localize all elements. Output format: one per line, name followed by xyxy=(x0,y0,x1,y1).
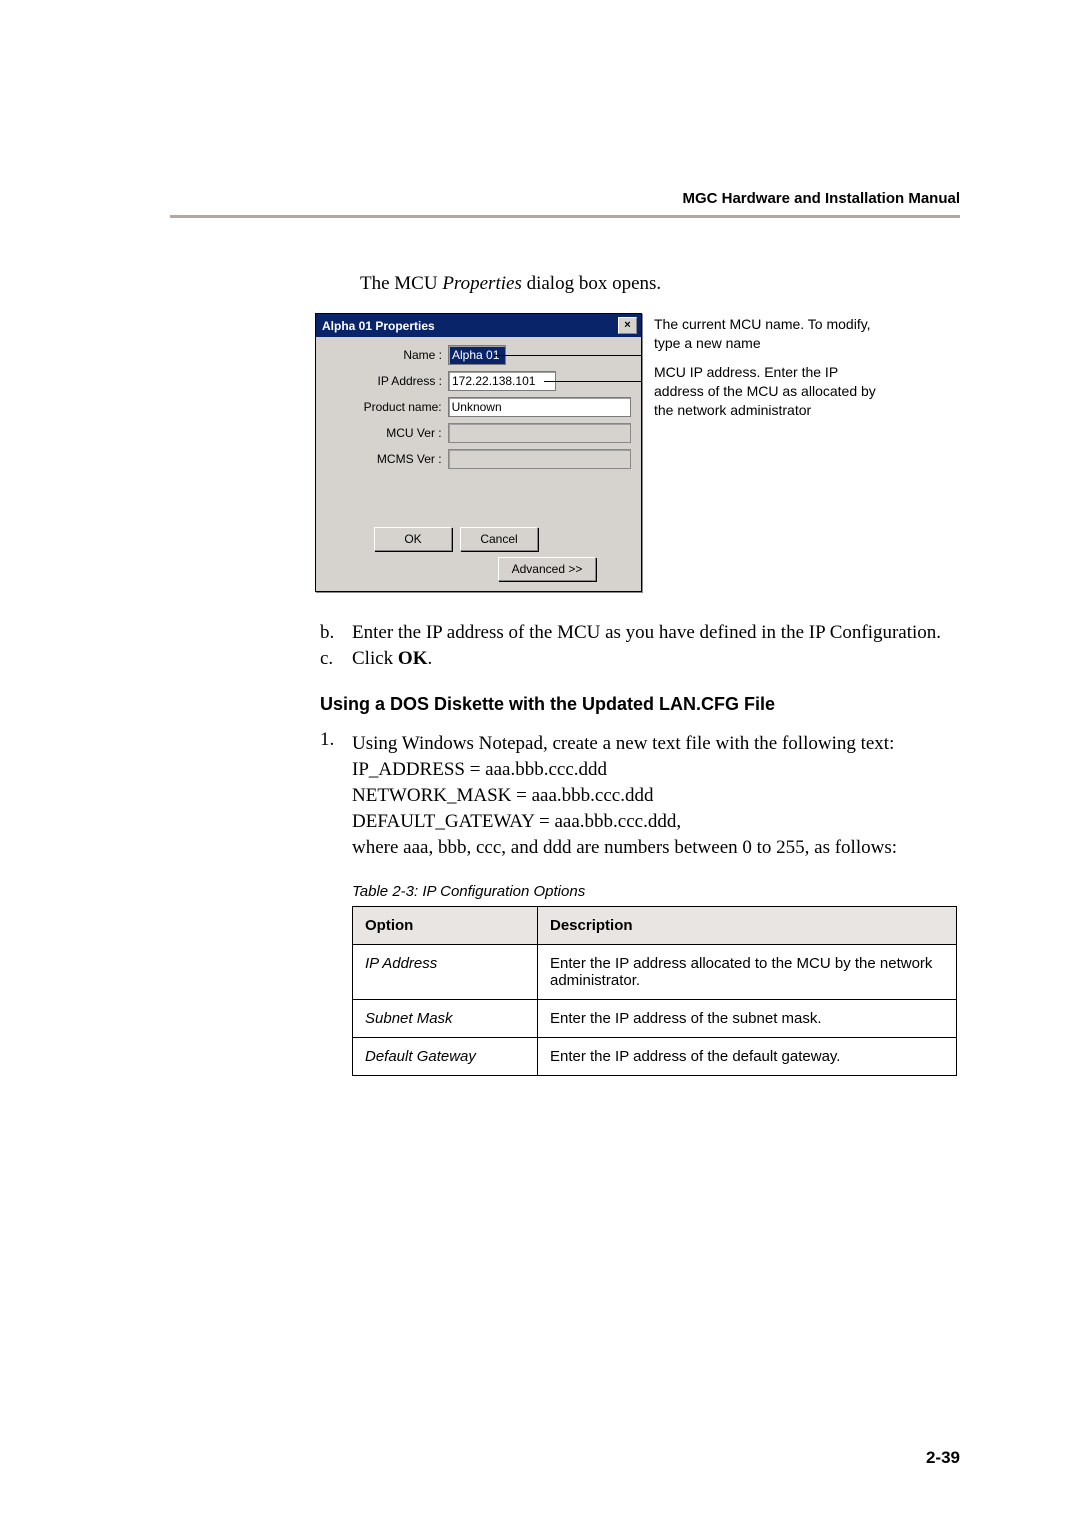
table-caption: Table 2-3: IP Configuration Options xyxy=(352,883,960,900)
num-line-4: where aaa, bbb, ccc, and ddd are numbers… xyxy=(352,837,960,859)
annotation-ip: MCU IP address. Enter the IP address of … xyxy=(654,363,879,420)
ok-button[interactable]: OK xyxy=(374,527,452,551)
num-line-1: IP_ADDRESS = aaa.bbb.ccc.ddd xyxy=(352,759,960,781)
table-row: Subnet Mask Enter the IP address of the … xyxy=(353,1000,957,1038)
product-field[interactable]: Unknown xyxy=(448,397,631,417)
sub-steps: b. Enter the IP address of the MCU as yo… xyxy=(320,622,960,670)
advanced-button[interactable]: Advanced >> xyxy=(498,557,596,581)
step-b-text: Enter the IP address of the MCU as you h… xyxy=(352,622,960,644)
step-c-post: . xyxy=(427,648,432,669)
intro-pre: The MCU xyxy=(360,273,442,294)
step-c-pre: Click xyxy=(352,648,398,669)
cell-option: Subnet Mask xyxy=(353,1000,538,1038)
num-line-0: Using Windows Notepad, create a new text… xyxy=(352,733,960,755)
cell-desc: Enter the IP address of the subnet mask. xyxy=(538,1000,957,1038)
cell-desc: Enter the IP address allocated to the MC… xyxy=(538,945,957,1000)
annotation-name: The current MCU name. To modify, type a … xyxy=(654,315,879,353)
table-row: Default Gateway Enter the IP address of … xyxy=(353,1038,957,1076)
cell-desc: Enter the IP address of the default gate… xyxy=(538,1038,957,1076)
header-divider xyxy=(170,215,960,218)
config-table: Option Description IP Address Enter the … xyxy=(352,906,957,1076)
cell-option: IP Address xyxy=(353,945,538,1000)
step-c-text: Click OK. xyxy=(352,648,960,670)
numbered-list: 1. Using Windows Notepad, create a new t… xyxy=(320,729,960,863)
document-header: MGC Hardware and Installation Manual xyxy=(170,190,960,207)
intro-post: dialog box opens. xyxy=(522,273,661,294)
mcuver-field xyxy=(448,423,631,443)
close-icon[interactable]: × xyxy=(618,317,637,334)
section-heading: Using a DOS Diskette with the Updated LA… xyxy=(320,694,960,715)
dialog-figure: Alpha 01 Properties × Name : Alpha 01 IP… xyxy=(315,313,960,592)
page-number: 2-39 xyxy=(926,1448,960,1468)
intro-text: The MCU Properties dialog box opens. xyxy=(360,273,960,295)
step-c-marker: c. xyxy=(320,648,352,670)
ip-label: IP Address : xyxy=(326,374,448,388)
th-option: Option xyxy=(353,907,538,945)
num-line-3: DEFAULT_GATEWAY = aaa.bbb.ccc.ddd, xyxy=(352,811,960,833)
table-row: IP Address Enter the IP address allocate… xyxy=(353,945,957,1000)
th-desc: Description xyxy=(538,907,957,945)
dialog-titlebar: Alpha 01 Properties × xyxy=(316,314,641,337)
intro-em: Properties xyxy=(442,273,522,294)
callout-line-icon xyxy=(494,355,642,356)
num-1-marker: 1. xyxy=(320,729,352,863)
mcmsver-field xyxy=(448,449,631,469)
callout-line-icon xyxy=(544,381,642,382)
cancel-button[interactable]: Cancel xyxy=(460,527,538,551)
step-c-bold: OK xyxy=(398,648,428,669)
properties-dialog: Alpha 01 Properties × Name : Alpha 01 IP… xyxy=(315,313,642,592)
dialog-body: Name : Alpha 01 IP Address : 172.22.138.… xyxy=(316,337,641,591)
step-b-marker: b. xyxy=(320,622,352,644)
mcuver-label: MCU Ver : xyxy=(326,426,448,440)
mcmsver-label: MCMS Ver : xyxy=(326,452,448,466)
num-line-2: NETWORK_MASK = aaa.bbb.ccc.ddd xyxy=(352,785,960,807)
annotations-block: The current MCU name. To modify, type a … xyxy=(654,313,879,419)
cell-option: Default Gateway xyxy=(353,1038,538,1076)
dialog-title: Alpha 01 Properties xyxy=(322,319,435,333)
name-label: Name : xyxy=(326,348,448,362)
ip-field[interactable]: 172.22.138.101 xyxy=(448,371,556,391)
product-label: Product name: xyxy=(326,400,448,414)
